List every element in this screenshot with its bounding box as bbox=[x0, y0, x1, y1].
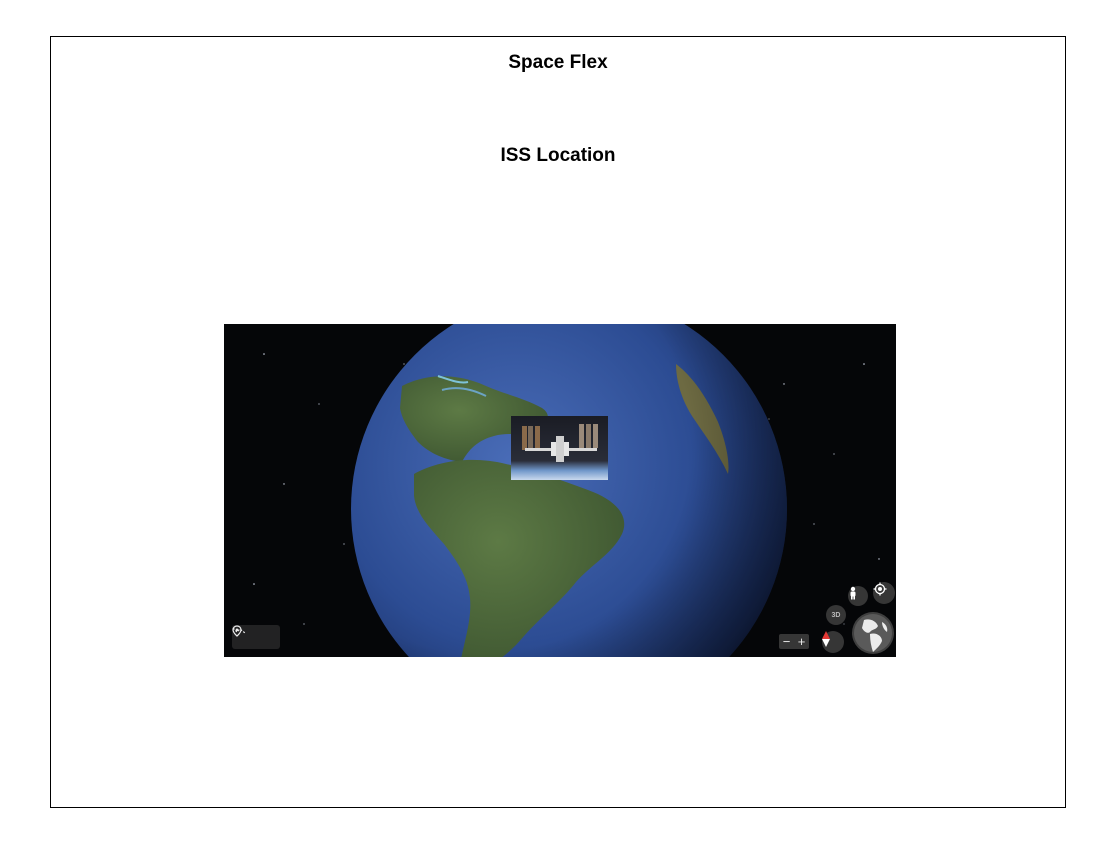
zoom-control: − + bbox=[779, 634, 809, 649]
iss-marker-image[interactable] bbox=[511, 416, 608, 480]
earth-map-view[interactable]: 3D − + bbox=[224, 324, 896, 657]
map-tool-panel bbox=[232, 625, 280, 649]
pegman-icon[interactable] bbox=[848, 586, 868, 606]
zoom-out-button[interactable]: − bbox=[783, 635, 791, 648]
section-title: ISS Location bbox=[500, 145, 616, 166]
compass-icon[interactable] bbox=[822, 631, 844, 653]
zoom-in-button[interactable]: + bbox=[798, 635, 806, 648]
app-title: Space Flex bbox=[508, 52, 608, 73]
measure-path-icon[interactable] bbox=[232, 627, 276, 645]
earth-globe-image bbox=[224, 324, 896, 657]
mini-globe-icon[interactable] bbox=[852, 612, 894, 654]
view-3d-button[interactable]: 3D bbox=[826, 605, 846, 625]
my-location-icon[interactable] bbox=[873, 582, 895, 604]
iss-station-icon bbox=[511, 416, 608, 480]
app-frame: Space Flex ISS Location 3D − + bbox=[50, 36, 1066, 808]
